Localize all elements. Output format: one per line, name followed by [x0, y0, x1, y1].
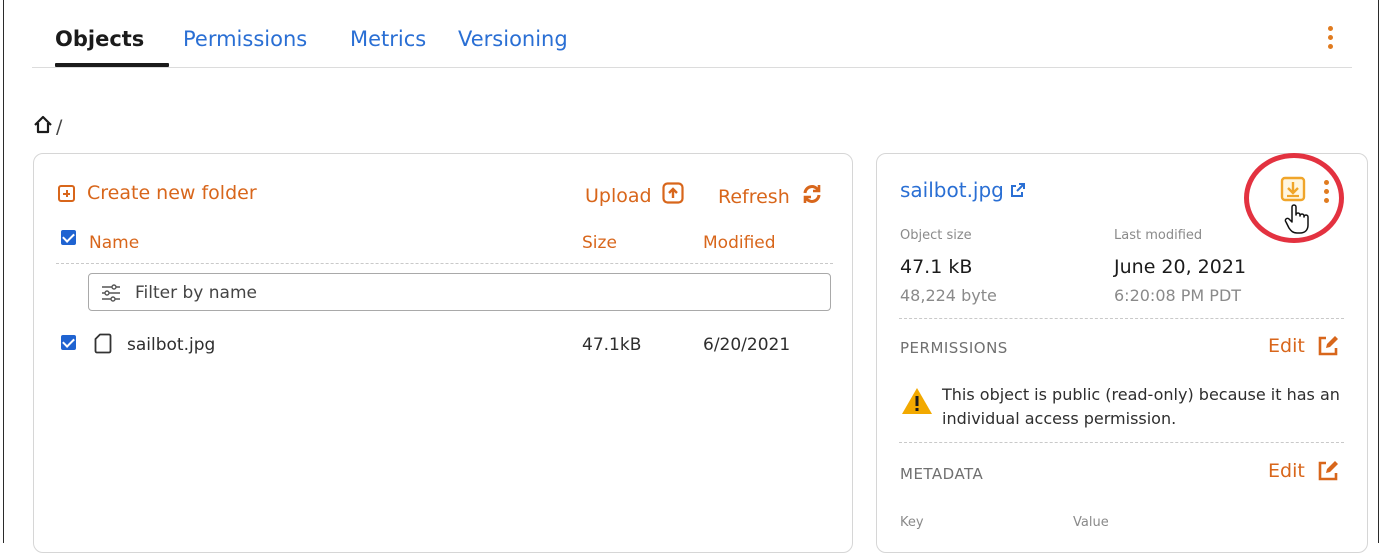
breadcrumb: /	[32, 112, 62, 142]
warning-icon	[901, 387, 933, 419]
last-modified-date: June 20, 2021	[1114, 256, 1247, 278]
object-size-value: 47.1 kB	[900, 256, 973, 278]
file-icon	[94, 333, 112, 358]
object-size-bytes: 48,224 byte	[900, 286, 997, 305]
edit-icon	[1317, 335, 1339, 357]
refresh-icon	[800, 182, 824, 211]
last-modified-label: Last modified	[1114, 228, 1203, 243]
permissions-edit-button[interactable]: Edit	[1268, 335, 1339, 357]
upload-label: Upload	[585, 184, 652, 207]
permissions-edit-label: Edit	[1268, 335, 1305, 357]
object-size-label: Object size	[900, 228, 972, 243]
edit-icon	[1317, 460, 1339, 482]
tab-permissions[interactable]: Permissions	[183, 27, 307, 51]
filter-placeholder: Filter by name	[135, 283, 257, 303]
active-tab-indicator	[55, 63, 169, 67]
filter-input[interactable]: Filter by name	[88, 273, 831, 311]
column-header-modified[interactable]: Modified	[703, 233, 776, 253]
tab-objects[interactable]: Objects	[55, 27, 144, 51]
refresh-button[interactable]: Refresh	[718, 182, 824, 211]
add-folder-icon	[58, 184, 75, 202]
object-title-link[interactable]: sailbot.jpg	[900, 178, 1026, 202]
metadata-section-label: METADATA	[900, 465, 984, 483]
metadata-edit-button[interactable]: Edit	[1268, 460, 1339, 482]
download-highlight-circle	[1244, 153, 1344, 243]
last-modified-time: 6:20:08 PM PDT	[1114, 286, 1242, 305]
home-icon[interactable]	[32, 114, 54, 140]
create-folder-label: Create new folder	[87, 182, 257, 204]
upload-button[interactable]: Upload	[585, 182, 684, 209]
metadata-edit-label: Edit	[1268, 460, 1305, 482]
header-divider	[56, 263, 833, 264]
metadata-key-header: Key	[900, 515, 924, 530]
row-file-size: 47.1kB	[582, 335, 642, 355]
refresh-label: Refresh	[718, 185, 790, 208]
external-link-icon	[1010, 182, 1026, 198]
metadata-value-header: Value	[1073, 515, 1109, 530]
tab-metrics[interactable]: Metrics	[350, 27, 426, 51]
details-divider-1	[899, 318, 1344, 319]
select-all-checkbox[interactable]	[61, 230, 76, 245]
column-header-name[interactable]: Name	[89, 233, 139, 253]
breadcrumb-separator: /	[56, 116, 63, 138]
upload-icon	[661, 182, 684, 209]
row-file-name[interactable]: sailbot.jpg	[127, 335, 215, 355]
row-checkbox[interactable]	[61, 335, 76, 350]
permission-warning-text: This object is public (read-only) becaus…	[942, 385, 1340, 428]
row-modified-date: 6/20/2021	[703, 335, 791, 355]
object-title: sailbot.jpg	[900, 178, 1004, 202]
filter-icon	[101, 283, 121, 307]
tab-versioning[interactable]: Versioning	[458, 27, 568, 51]
details-divider-2	[899, 442, 1344, 443]
create-folder-button[interactable]: Create new folder	[58, 182, 257, 204]
permissions-section-label: PERMISSIONS	[900, 339, 1008, 357]
tab-bar: Objects Permissions Metrics Versioning	[32, 0, 1352, 68]
column-header-size[interactable]: Size	[582, 233, 617, 253]
more-options-icon[interactable]	[1328, 26, 1334, 53]
